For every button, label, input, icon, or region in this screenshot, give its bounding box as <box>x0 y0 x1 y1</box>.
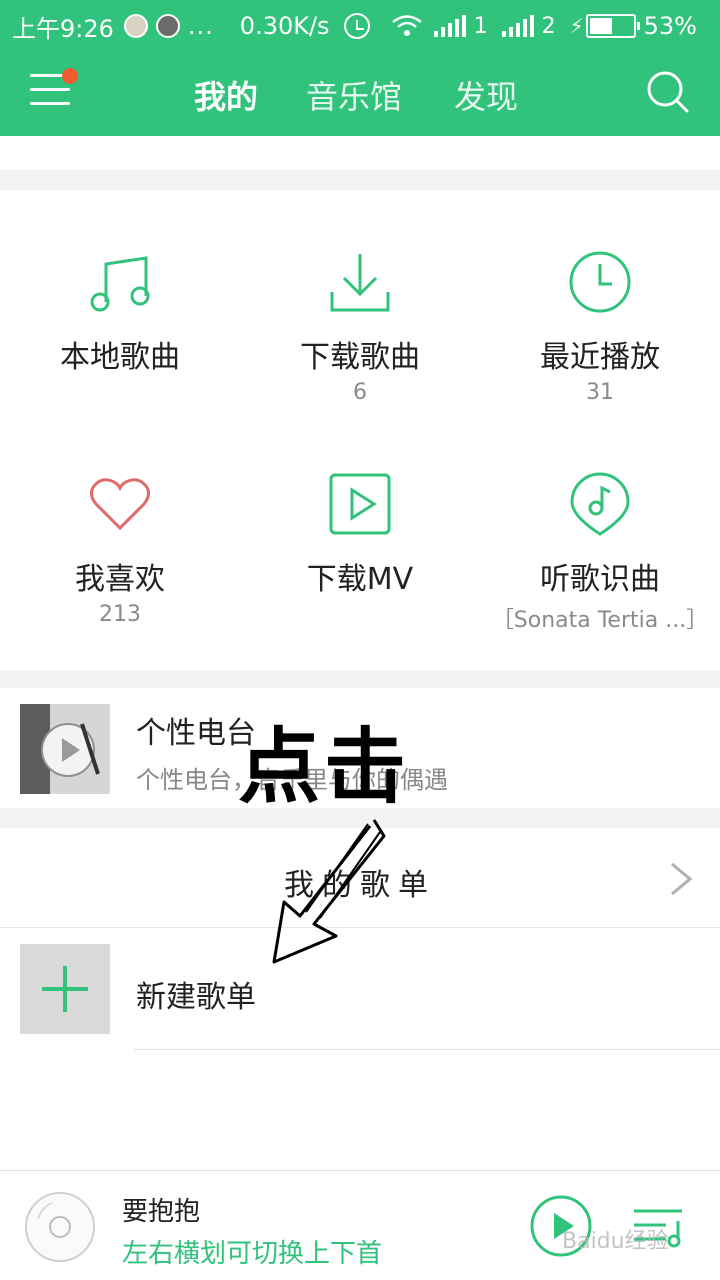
grid-item-label: 最近播放 <box>540 340 660 375</box>
tab-mine[interactable]: 我的 <box>194 72 258 118</box>
grid-item-count: 31 <box>586 380 614 405</box>
music-recognize-icon <box>568 472 632 536</box>
clock-icon <box>568 250 632 314</box>
grid-item-label: 下载MV <box>306 562 414 597</box>
search-icon[interactable] <box>646 70 690 114</box>
grid-item-label: 本地歌曲 <box>60 340 180 375</box>
more-notifications: ... <box>187 12 214 40</box>
sim1-label: 1 <box>473 13 488 39</box>
new-playlist-label: 新建歌单 <box>136 980 256 1015</box>
grid-item-recent[interactable]: 最近播放 31 <box>480 190 720 410</box>
tab-discover[interactable]: 发现 <box>454 72 518 118</box>
download-icon <box>328 250 392 314</box>
annotation-text: 点击 <box>238 720 411 815</box>
add-playlist-button[interactable] <box>20 944 110 1034</box>
current-song-title: 要抱抱 <box>122 1197 201 1227</box>
watermark: Baidu经验 <box>562 1229 669 1254</box>
signal-icon <box>501 15 534 37</box>
battery-percent: 53% <box>643 12 697 40</box>
music-note-icon <box>88 250 152 314</box>
signal-icon <box>433 15 466 37</box>
notification-icon <box>123 14 148 38</box>
battery-icon <box>585 14 640 38</box>
entry-grid: 本地歌曲 下载歌曲 6 最近播放 31 我喜欢 213 下载MV 听歌识曲 ［S… <box>0 190 720 670</box>
heart-icon <box>88 472 152 536</box>
grid-item-count: 6 <box>353 380 367 405</box>
grid-item-label: 我喜欢 <box>75 562 165 597</box>
wifi-icon <box>391 15 422 37</box>
charging-icon: ⚡ <box>569 14 584 38</box>
mini-player[interactable]: 要抱抱 左右横划可切换上下首 Baidu经验 <box>0 1170 720 1280</box>
radio-cover-image <box>20 704 110 794</box>
divider <box>0 670 720 688</box>
notification-dot <box>62 68 78 84</box>
scrolled-row <box>0 136 720 170</box>
play-box-icon <box>328 472 392 536</box>
grid-item-downloads[interactable]: 下载歌曲 6 <box>240 190 480 410</box>
battery-level <box>589 18 612 34</box>
annotation-arrow <box>272 819 386 964</box>
divider <box>0 170 720 190</box>
notification-icon <box>155 14 180 38</box>
top-bar: 上午9:26 ... 0.30K/s 1 2 ⚡ 53% 我的 音乐馆 发现 <box>0 0 720 136</box>
divider <box>134 1049 720 1050</box>
grid-item-music-recognize[interactable]: 听歌识曲 ［Sonata Tertia ...］ <box>480 412 720 633</box>
alarm-icon <box>343 13 370 39</box>
grid-item-count: 213 <box>99 602 141 627</box>
grid-item-label: 听歌识曲 <box>540 562 660 597</box>
status-time: 上午9:26 <box>12 14 114 43</box>
swipe-hint: 左右横划可切换上下首 <box>122 1239 383 1269</box>
sim2-label: 2 <box>541 13 556 39</box>
nav-bar: 我的 音乐馆 发现 <box>0 52 720 136</box>
tab-music-hall[interactable]: 音乐馆 <box>306 72 402 118</box>
network-speed: 0.30K/s <box>239 12 330 40</box>
grid-item-label: 下载歌曲 <box>300 340 420 375</box>
chevron-right-icon <box>668 862 694 896</box>
grid-item-count: ［Sonata Tertia ...］ <box>491 608 709 633</box>
grid-item-download-mv[interactable]: 下载MV <box>240 412 480 632</box>
album-disc-icon <box>24 1191 96 1263</box>
grid-item-local-songs[interactable]: 本地歌曲 <box>0 190 240 410</box>
app-screen: 上午9:26 ... 0.30K/s 1 2 ⚡ 53% 我的 音乐馆 发现 本… <box>0 0 720 1280</box>
status-bar: 上午9:26 ... 0.30K/s 1 2 ⚡ 53% <box>0 0 720 52</box>
grid-item-favorites[interactable]: 我喜欢 213 <box>0 412 240 632</box>
